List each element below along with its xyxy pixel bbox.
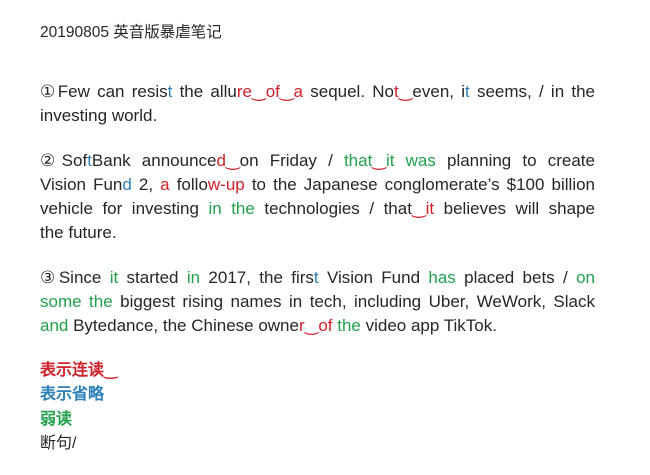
text-segment: started xyxy=(118,268,187,287)
text-segment: ①Few can resis xyxy=(40,82,168,101)
text-segment: follo xyxy=(169,175,208,194)
weak-form-segment: some the xyxy=(40,292,113,311)
text-segment: Bank announce xyxy=(91,151,217,170)
text-segment: Vision Fun xyxy=(40,175,123,194)
linking-segment: re xyxy=(236,82,253,101)
linking-segment: of xyxy=(265,82,280,101)
text-line: ②SoftBank announced‿on Friday / that‿it … xyxy=(40,149,595,173)
legend-elision: 表示省略 xyxy=(40,386,105,404)
text-segment: ③Since xyxy=(40,268,110,287)
weak-form-segment: on xyxy=(576,268,595,287)
legend-linking: 表示连读‿ xyxy=(40,362,118,379)
linking-segment: w-up xyxy=(207,175,245,194)
linking-segment: ‿ xyxy=(252,82,266,101)
linking-segment: a xyxy=(160,175,170,194)
note-page: 20190805 英音版暴虐笔记 ①Few can resist the all… xyxy=(0,0,650,475)
linking-segment: of xyxy=(318,316,333,335)
text-segment: Bytedance, the Chinese owne xyxy=(68,316,299,335)
text-segment: believes will shape xyxy=(434,199,595,218)
text-line: ③Since it started in 2017, the first Vis… xyxy=(40,266,595,290)
text-segment: Vision Fund xyxy=(318,268,429,287)
weak-form-segment: in xyxy=(186,268,201,287)
weak-form-segment: it was xyxy=(385,151,436,170)
text-line: and Bytedance, the Chinese owner‿of the … xyxy=(40,314,595,338)
text-segment: planning to create xyxy=(435,151,595,170)
weak-form-segment: the xyxy=(337,316,361,335)
paragraph-3: ③Since it started in 2017, the first Vis… xyxy=(40,266,595,338)
linking-segment: ‿ xyxy=(411,199,426,218)
paragraph-1: ①Few can resist the allure‿of‿a sequel. … xyxy=(40,80,595,128)
linking-segment: it xyxy=(425,199,435,218)
text-line: some the biggest rising names in tech, i… xyxy=(40,290,595,314)
text-segment: the future. xyxy=(40,223,117,242)
text-segment: video app TikTok. xyxy=(360,316,497,335)
linking-segment: ‿ xyxy=(372,151,386,170)
text-segment: seems, / in the xyxy=(469,82,596,101)
text-segment: even, i xyxy=(412,82,466,101)
weak-form-segment: it xyxy=(109,268,119,287)
text-segment: technologies / that xyxy=(254,199,412,218)
text-segment: 2, xyxy=(131,175,161,194)
legend-weak-form: 弱读 xyxy=(40,410,73,428)
text-segment: sequel. No xyxy=(303,82,395,101)
linking-segment: d xyxy=(216,151,226,170)
note-title: 20190805 英音版暴虐笔记 xyxy=(40,24,222,41)
weak-form-segment: has xyxy=(428,268,456,287)
weak-form-segment: and xyxy=(40,316,69,335)
elided-letter: d xyxy=(122,175,132,194)
linking-segment: ‿ xyxy=(304,316,319,335)
text-line: Vision Fund 2, a follow-up to the Japane… xyxy=(40,173,595,197)
note-body: ①Few can resist the allure‿of‿a sequel. … xyxy=(40,80,595,338)
text-line: ①Few can resist the allure‿of‿a sequel. … xyxy=(40,80,595,104)
text-segment: vehicle for investing xyxy=(40,199,209,218)
text-segment: biggest rising names in tech, including … xyxy=(112,292,595,311)
legend-pause: 断句/ xyxy=(40,435,77,453)
linking-segment: a xyxy=(293,82,304,101)
weak-form-segment: that xyxy=(343,151,373,170)
text-segment: the allu xyxy=(172,82,237,101)
text-segment: placed bets / xyxy=(455,268,577,287)
text-segment: 2017, the firs xyxy=(200,268,314,287)
text-line: investing world. xyxy=(40,104,595,128)
text-segment: investing world. xyxy=(40,106,158,125)
text-line: vehicle for investing in the technologie… xyxy=(40,197,595,221)
color-legend: 表示连读‿ 表示省略 弱读 断句/ xyxy=(40,359,650,457)
text-segment: ②Sof xyxy=(40,151,88,170)
linking-segment: ‿ xyxy=(398,82,413,101)
text-segment: to the Japanese conglomerate’s $100 bill… xyxy=(244,175,596,194)
text-line: the future. xyxy=(40,221,595,245)
text-segment: on Friday / xyxy=(239,151,344,170)
weak-form-segment: in the xyxy=(208,199,255,218)
linking-segment: ‿ xyxy=(279,82,294,101)
paragraph-2: ②SoftBank announced‿on Friday / that‿it … xyxy=(40,149,595,245)
linking-segment: ‿ xyxy=(225,151,240,170)
